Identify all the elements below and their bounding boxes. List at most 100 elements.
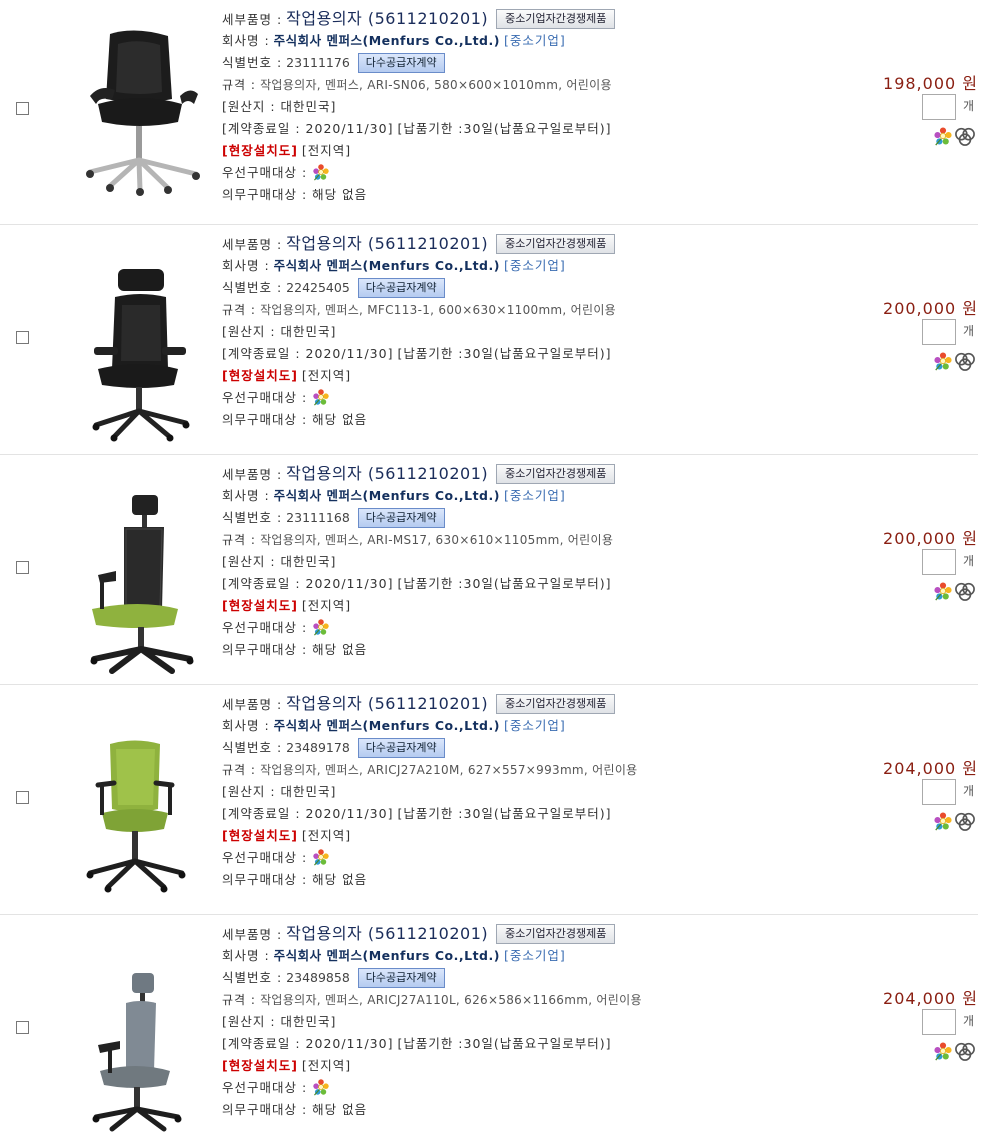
select-checkbox[interactable] bbox=[16, 791, 29, 804]
green-flower-icon[interactable] bbox=[311, 388, 331, 406]
sme-competition-badge: 중소기업자간경쟁제품 bbox=[496, 464, 616, 484]
cert-icons bbox=[933, 126, 981, 148]
green-flower-icon[interactable] bbox=[933, 1041, 953, 1061]
spec-value: 작업용의자, 멘퍼스, ARI-MS17, 630×610×1105mm, 어린… bbox=[260, 533, 614, 547]
spec-value: 작업용의자, 멘퍼스, ARICJ27A110L, 626×586×1166mm… bbox=[260, 993, 642, 1007]
quantity-input[interactable] bbox=[922, 1009, 956, 1035]
quantity-input[interactable] bbox=[922, 779, 956, 805]
origin-text: [원산지 : 대한민국] bbox=[222, 99, 337, 114]
company-name[interactable]: 주식회사 멘퍼스(Menfurs Co.,Ltd.) bbox=[274, 718, 500, 733]
green-flower-icon[interactable] bbox=[311, 618, 331, 636]
product-list: 세부품명 : 작업용의자 (5611210201) 중소기업자간경쟁제품 회사명… bbox=[0, 0, 990, 1132]
green-flower-icon[interactable] bbox=[933, 581, 953, 601]
company-name[interactable]: 주식회사 멘퍼스(Menfurs Co.,Ltd.) bbox=[274, 948, 500, 963]
multi-supplier-badge: 다수공급자계약 bbox=[357, 53, 445, 73]
select-checkbox[interactable] bbox=[16, 561, 29, 574]
quantity-input[interactable] bbox=[922, 549, 956, 575]
cert-icons bbox=[933, 811, 981, 833]
spec-label: 규격 : bbox=[222, 763, 256, 777]
product-info: 세부품명 : 작업용의자 (5611210201) 중소기업자간경쟁제품 회사명… bbox=[222, 923, 642, 1121]
select-checkbox[interactable] bbox=[16, 102, 29, 115]
install-text: [현장설치도] bbox=[222, 598, 298, 613]
select-checkbox[interactable] bbox=[16, 331, 29, 344]
priority-label: 우선구매대상 : bbox=[222, 620, 308, 635]
detail-name-label: 세부품명 : bbox=[222, 237, 283, 252]
green-flower-icon[interactable] bbox=[933, 126, 953, 146]
id-label: 식별번호 : bbox=[222, 740, 283, 755]
price: 200,000 원 bbox=[883, 299, 978, 318]
price: 198,000 원 bbox=[883, 74, 978, 93]
sme-competition-badge: 중소기업자간경쟁제품 bbox=[496, 234, 616, 254]
install-text: [현장설치도] bbox=[222, 368, 298, 383]
region-text: [전지역] bbox=[301, 368, 352, 383]
product-image[interactable] bbox=[60, 229, 210, 444]
origin-text: [원산지 : 대한민국] bbox=[222, 554, 337, 569]
unit-label: 개 bbox=[963, 1014, 975, 1028]
spec-label: 규격 : bbox=[222, 993, 256, 1007]
quantity-input[interactable] bbox=[922, 94, 956, 120]
product-info: 세부품명 : 작업용의자 (5611210201) 중소기업자간경쟁제품 회사명… bbox=[222, 693, 638, 891]
green-flower-icon[interactable] bbox=[311, 1078, 331, 1096]
id-label: 식별번호 : bbox=[222, 510, 283, 525]
multi-supplier-badge: 다수공급자계약 bbox=[357, 738, 445, 758]
mandatory-text: 의무구매대상 : 해당 없음 bbox=[222, 872, 368, 887]
contract-end-text: [계약종료일 : 2020/11/30] bbox=[222, 576, 394, 591]
company-name[interactable]: 주식회사 멘퍼스(Menfurs Co.,Ltd.) bbox=[274, 33, 500, 48]
green-flower-icon[interactable] bbox=[933, 811, 953, 831]
green-flower-icon[interactable] bbox=[933, 351, 953, 371]
id-label: 식별번호 : bbox=[222, 280, 283, 295]
priority-label: 우선구매대상 : bbox=[222, 1080, 308, 1095]
product-row: 세부품명 : 작업용의자 (5611210201) 중소기업자간경쟁제품 회사명… bbox=[0, 0, 978, 225]
id-value: 22425405 bbox=[286, 280, 350, 295]
product-image[interactable] bbox=[60, 689, 210, 904]
delivery-text: [납품기한 :30일(납품요구일로부터)] bbox=[397, 121, 612, 136]
multi-supplier-badge: 다수공급자계약 bbox=[357, 968, 445, 988]
certification-rings-icon[interactable] bbox=[953, 351, 977, 371]
certification-rings-icon[interactable] bbox=[953, 1041, 977, 1061]
sme-tag: [중소기업] bbox=[503, 258, 566, 273]
certification-rings-icon[interactable] bbox=[953, 126, 977, 146]
mandatory-text: 의무구매대상 : 해당 없음 bbox=[222, 187, 368, 202]
region-text: [전지역] bbox=[301, 1058, 352, 1073]
sme-tag: [중소기업] bbox=[503, 948, 566, 963]
multi-supplier-badge: 다수공급자계약 bbox=[357, 278, 445, 298]
company-label: 회사명 : bbox=[222, 488, 270, 503]
unit-label: 개 bbox=[963, 554, 975, 568]
product-row: 세부품명 : 작업용의자 (5611210201) 중소기업자간경쟁제품 회사명… bbox=[0, 685, 978, 915]
delivery-text: [납품기한 :30일(납품요구일로부터)] bbox=[397, 346, 612, 361]
priority-label: 우선구매대상 : bbox=[222, 165, 308, 180]
company-label: 회사명 : bbox=[222, 718, 270, 733]
delivery-text: [납품기한 :30일(납품요구일로부터)] bbox=[397, 1036, 612, 1051]
product-row: 세부품명 : 작업용의자 (5611210201) 중소기업자간경쟁제품 회사명… bbox=[0, 225, 978, 455]
contract-end-text: [계약종료일 : 2020/11/30] bbox=[222, 346, 394, 361]
sme-competition-badge: 중소기업자간경쟁제품 bbox=[496, 924, 616, 944]
company-label: 회사명 : bbox=[222, 948, 270, 963]
product-title[interactable]: 작업용의자 (5611210201) bbox=[286, 464, 488, 483]
product-image[interactable] bbox=[60, 459, 210, 674]
unit-label: 개 bbox=[963, 784, 975, 798]
certification-rings-icon[interactable] bbox=[953, 581, 977, 601]
company-name[interactable]: 주식회사 멘퍼스(Menfurs Co.,Ltd.) bbox=[274, 488, 500, 503]
detail-name-label: 세부품명 : bbox=[222, 697, 283, 712]
price: 204,000 원 bbox=[883, 989, 978, 1008]
certification-rings-icon[interactable] bbox=[953, 811, 977, 831]
id-value: 23489178 bbox=[286, 740, 350, 755]
install-text: [현장설치도] bbox=[222, 1058, 298, 1073]
price: 204,000 원 bbox=[883, 759, 978, 778]
product-title[interactable]: 작업용의자 (5611210201) bbox=[286, 924, 488, 943]
product-image[interactable] bbox=[60, 4, 210, 219]
quantity-input[interactable] bbox=[922, 319, 956, 345]
product-title[interactable]: 작업용의자 (5611210201) bbox=[286, 9, 488, 28]
green-flower-icon[interactable] bbox=[311, 163, 331, 181]
id-value: 23111176 bbox=[286, 55, 350, 70]
company-name[interactable]: 주식회사 멘퍼스(Menfurs Co.,Ltd.) bbox=[274, 258, 500, 273]
product-title[interactable]: 작업용의자 (5611210201) bbox=[286, 694, 488, 713]
origin-text: [원산지 : 대한민국] bbox=[222, 1014, 337, 1029]
mandatory-text: 의무구매대상 : 해당 없음 bbox=[222, 642, 368, 657]
green-flower-icon[interactable] bbox=[311, 848, 331, 866]
detail-name-label: 세부품명 : bbox=[222, 467, 283, 482]
contract-end-text: [계약종료일 : 2020/11/30] bbox=[222, 806, 394, 821]
select-checkbox[interactable] bbox=[16, 1021, 29, 1034]
product-image[interactable] bbox=[60, 919, 210, 1134]
product-title[interactable]: 작업용의자 (5611210201) bbox=[286, 234, 488, 253]
